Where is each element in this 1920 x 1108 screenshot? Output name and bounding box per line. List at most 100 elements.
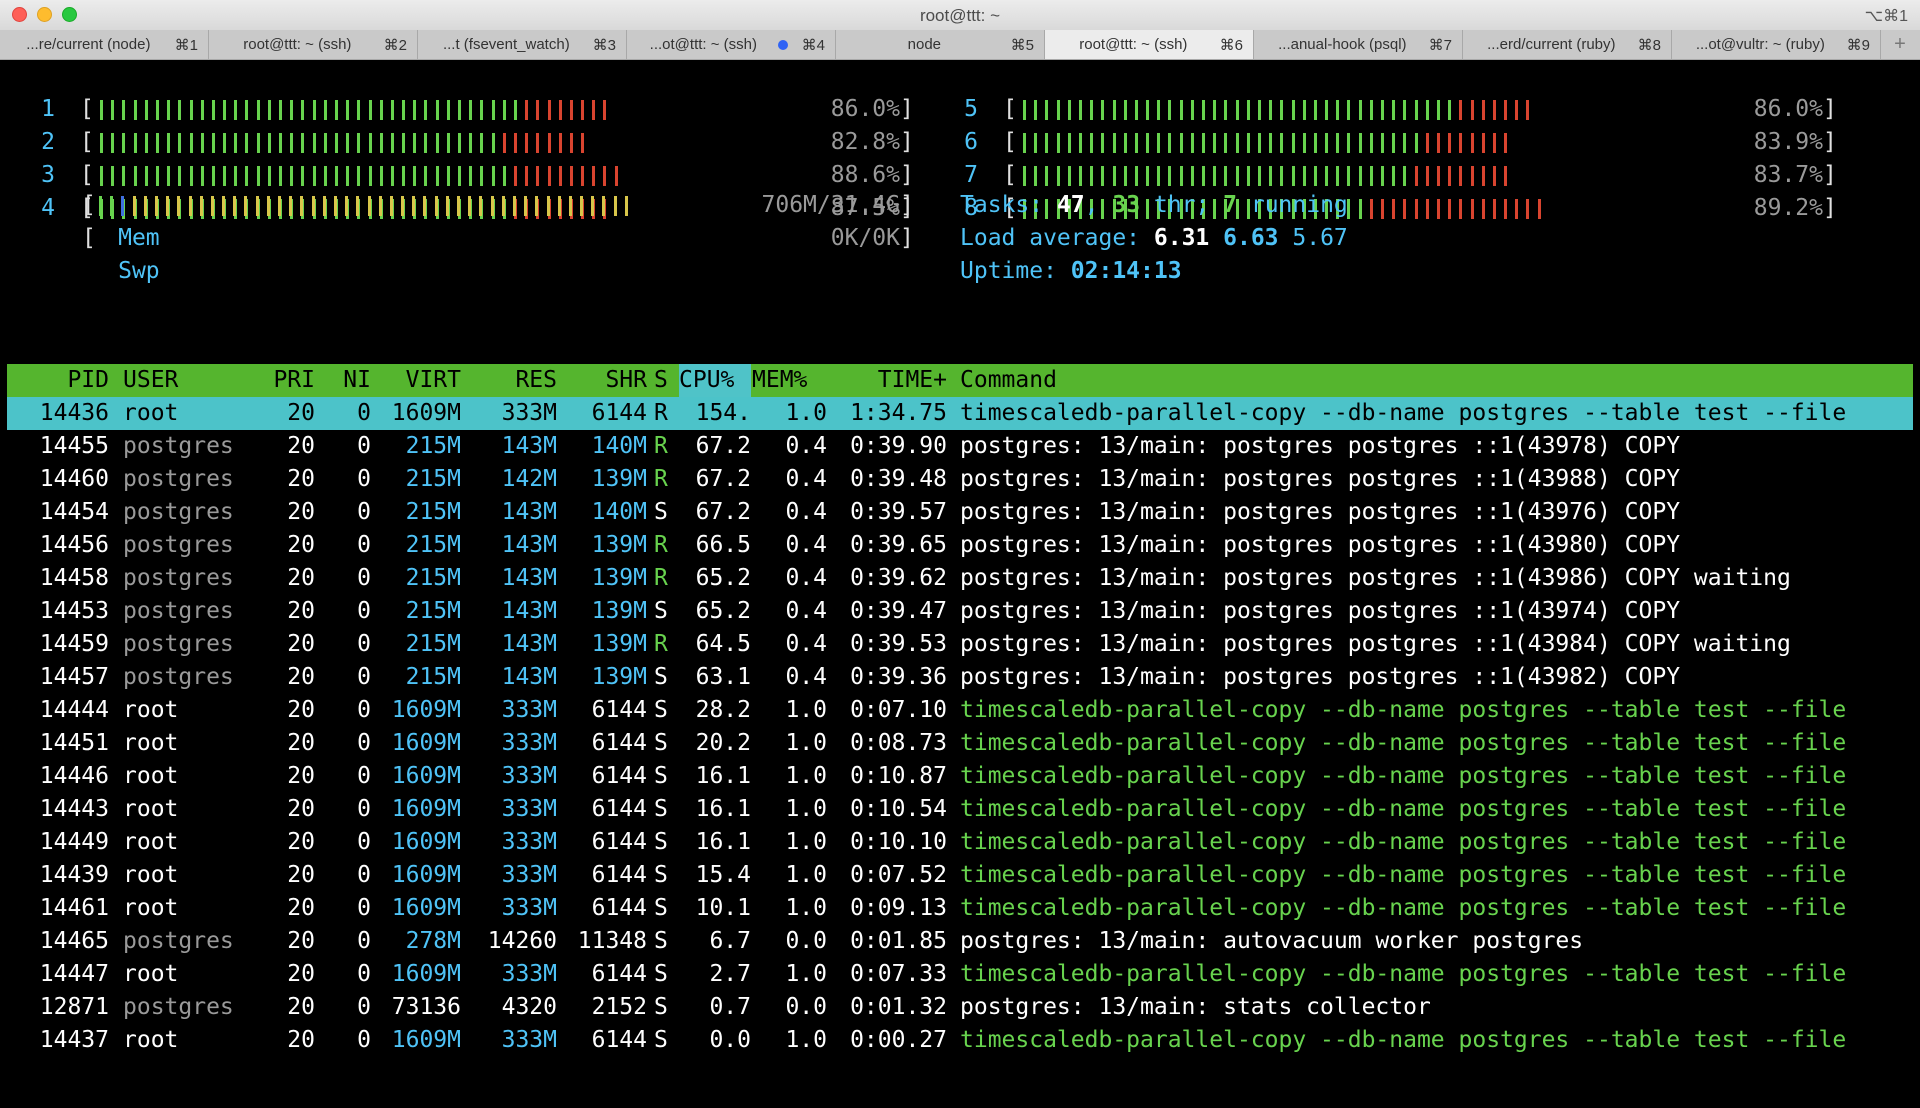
cpu-tick <box>1369 198 1373 219</box>
htop-terminal[interactable]: 1[86.0%] 2[82.8%] 3[88.6%] 4[87.5%] 5[86.0%]… <box>0 60 1920 1108</box>
cell-virt: 215M <box>405 598 461 624</box>
tab-5[interactable]: node ⌘5 <box>836 30 1045 59</box>
tab-label: ...t (fsevent_watch) <box>442 36 570 53</box>
process-row[interactable]: 14449 root 20 0 1609M 333M 6144 S 16.1 1.0 0:10.10… <box>7 826 1913 859</box>
col-mem[interactable]: MEM% <box>752 364 807 397</box>
cpu-tick <box>1168 165 1172 186</box>
process-row[interactable]: 14459 postgres 20 0 215M 143M 139M R 64.5 0.4 0:39… <box>7 628 1913 661</box>
tab-8[interactable]: ...erd/current (ruby) ⌘8 <box>1463 30 1672 59</box>
cpu-tick <box>1313 132 1317 153</box>
cpu-tick <box>536 165 540 186</box>
cell-time: 0:00.27 <box>850 1027 947 1053</box>
tab-2[interactable]: root@ttt: ~ (ssh) ⌘2 <box>209 30 418 59</box>
tab-4[interactable]: ...ot@ttt: ~ (ssh) ⌘4 <box>627 30 836 59</box>
cpu-tick <box>155 99 159 120</box>
col-time[interactable]: TIME+ <box>827 364 947 397</box>
cell-s: R <box>654 433 668 459</box>
cpu-tick <box>334 165 338 186</box>
cpu-tick <box>167 132 171 153</box>
tab-6[interactable]: root@ttt: ~ (ssh) ⌘6 <box>1045 30 1254 59</box>
cpu-tick <box>491 165 495 186</box>
cell-s: S <box>654 796 668 822</box>
cell-cpu: 20.2 <box>695 730 751 756</box>
col-res[interactable]: RES <box>477 364 557 397</box>
cpu-tick <box>1504 165 1508 186</box>
col-cpu[interactable]: CPU% <box>679 364 751 397</box>
col-user[interactable]: USER <box>123 364 178 397</box>
process-row[interactable]: 14458 postgres 20 0 215M 143M 139M R 65.2 0.4 0:39… <box>7 562 1913 595</box>
process-row[interactable]: 12871 postgres 20 0 73136 4320 2152 S 0.7 0.0 0:01… <box>7 991 1913 1024</box>
cell-mem: 0.4 <box>785 532 827 558</box>
cell-command: timescaledb-parallel-copy --db-name post… <box>960 961 1847 987</box>
process-row[interactable]: 14457 postgres 20 0 215M 143M 139M S 63.1 0.4 0:39… <box>7 661 1913 694</box>
tasks-label: Tasks: <box>960 192 1057 218</box>
cell-cpu: 16.1 <box>695 763 751 789</box>
cpu-tick <box>167 99 171 120</box>
cell-res: 143M <box>501 598 557 624</box>
process-row[interactable]: 14446 root 20 0 1609M 333M 6144 S 16.1 1.0 0:10.87… <box>7 760 1913 793</box>
process-row[interactable]: 14439 root 20 0 1609M 333M 6144 S 15.4 1.0 0:07.52… <box>7 859 1913 892</box>
col-command[interactable]: Command <box>960 364 1057 397</box>
process-row[interactable]: 14447 root 20 0 1609M 333M 6144 S 2.7 1.0 0:07.33 t… <box>7 958 1913 991</box>
process-row[interactable]: 14460 postgres 20 0 215M 142M 139M R 67.2 0.4 0:39… <box>7 463 1913 496</box>
cpu-tick <box>1448 132 1452 153</box>
process-row[interactable]: 14465 postgres 20 0 278M 14260 11348 S 6.7 0.0 0:0… <box>7 925 1913 958</box>
cpu-tick <box>547 165 551 186</box>
cell-mem: 0.4 <box>785 433 827 459</box>
cell-cpu: 10.1 <box>695 895 751 921</box>
cpu-tick <box>1078 132 1082 153</box>
process-row[interactable]: 14455 postgres 20 0 215M 143M 140M R 67.2 0.4 0:39… <box>7 430 1913 463</box>
cpu-tick <box>424 132 428 153</box>
cell-mem: 1.0 <box>785 1027 827 1053</box>
tab-label: ...ot@vultr: ~ (ruby) <box>1695 36 1825 53</box>
mem-tick <box>333 195 337 216</box>
cpu-meter-bracket-close: ] <box>900 162 914 188</box>
cpu-tick <box>1168 99 1172 120</box>
tab-9[interactable]: ...ot@vultr: ~ (ruby) ⌘9 <box>1672 30 1881 59</box>
cpu-tick <box>435 132 439 153</box>
mem-tick <box>278 195 281 216</box>
col-shr[interactable]: SHR <box>567 364 647 397</box>
process-row[interactable]: 14437 root 20 0 1609M 333M 6144 S 0.0 1.0 0:00.27 t… <box>7 1024 1913 1057</box>
cpu-tick <box>1526 99 1530 120</box>
col-state[interactable]: S <box>654 364 668 397</box>
mem-tick <box>233 195 237 216</box>
cell-virt: 215M <box>405 466 461 492</box>
mem-tick <box>445 195 449 216</box>
cell-command: postgres: 13/main: postgres postgres ::1… <box>960 466 1681 492</box>
cpu-tick <box>1269 99 1273 120</box>
cell-user: root <box>123 829 179 855</box>
cpu-tick <box>1313 99 1317 120</box>
process-row[interactable]: 14451 root 20 0 1609M 333M 6144 S 20.2 1.0 0:08.73… <box>7 727 1913 760</box>
col-ni[interactable]: NI <box>327 364 371 397</box>
cpu-tick <box>1436 99 1440 120</box>
col-pri[interactable]: PRI <box>252 364 315 397</box>
cell-res: 333M <box>501 829 557 855</box>
process-row[interactable]: 14454 postgres 20 0 215M 143M 140M S 67.2 0.4 0:39… <box>7 496 1913 529</box>
tab-shortcut: ⌘1 <box>174 36 198 54</box>
tab-1[interactable]: ...re/current (node) ⌘1 <box>0 30 209 59</box>
process-row[interactable]: 14461 root 20 0 1609M 333M 6144 S 10.1 1.0 0:09.13… <box>7 892 1913 925</box>
mem-tick <box>99 195 102 216</box>
tab-shortcut: ⌘8 <box>1637 36 1661 54</box>
cell-ni: 0 <box>357 532 371 558</box>
new-tab-button[interactable]: + <box>1881 30 1919 59</box>
process-row[interactable]: 14444 root 20 0 1609M 333M 6144 S 28.2 1.0 0:07.10… <box>7 694 1913 727</box>
tab-7[interactable]: ...anual-hook (psql) ⌘7 <box>1254 30 1463 59</box>
cell-ni: 0 <box>357 862 371 888</box>
cpu-tick <box>525 165 529 186</box>
process-row[interactable]: 14443 root 20 0 1609M 333M 6144 S 16.1 1.0 0:10.54… <box>7 793 1913 826</box>
cpu-tick <box>1134 99 1138 120</box>
tab-shortcut: ⌘2 <box>383 36 407 54</box>
process-row[interactable]: 14453 postgres 20 0 215M 143M 139M S 65.2 0.4 0:39… <box>7 595 1913 628</box>
process-row[interactable]: 14456 postgres 20 0 215M 143M 139M R 66.5 0.4 0:39… <box>7 529 1913 562</box>
tab-shortcut: ⌘6 <box>1219 36 1243 54</box>
col-pid[interactable]: PID <box>7 364 109 397</box>
process-row[interactable]: 14436 root 20 0 1609M 333M 6144 R 154. 1.0 1:34.75… <box>7 397 1913 430</box>
cpu-tick <box>111 165 115 186</box>
cpu-tick <box>178 165 182 186</box>
tab-3[interactable]: ...t (fsevent_watch) ⌘3 <box>418 30 627 59</box>
col-virt[interactable]: VIRT <box>377 364 461 397</box>
cpu-tick <box>189 132 193 153</box>
cpu-tick <box>402 132 406 153</box>
